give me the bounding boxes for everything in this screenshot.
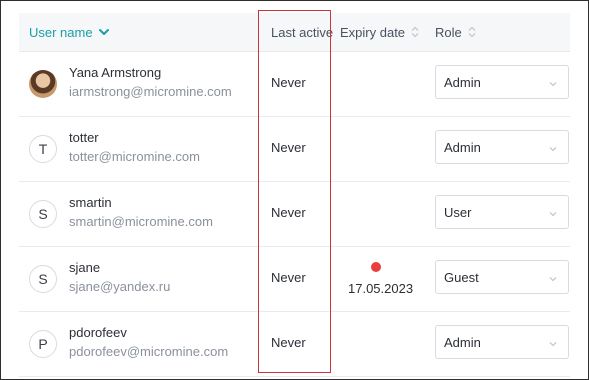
role-select-value: Admin [444,334,481,350]
column-header-role-label: Role [435,24,462,40]
chevron-down-icon [548,77,558,92]
last-active-value: Never [271,335,306,350]
last-active-value: Never [271,205,306,220]
role-select-value: Admin [444,139,481,155]
sort-icon[interactable] [468,26,476,38]
role-select[interactable]: Admin [435,130,569,164]
user-email: smartin@micromine.com [69,214,213,229]
table-header: User name Last active Expiry date Role [19,13,570,52]
last-active-value: Never [271,140,306,155]
users-table-panel: User name Last active Expiry date Role Y… [0,0,589,380]
role-select[interactable]: Admin [435,325,569,359]
user-email: totter@micromine.com [69,149,200,164]
table-row[interactable]: S smartin smartin@micromine.com Never Us… [19,182,570,247]
sort-descending-icon[interactable] [98,28,109,36]
user-name: Yana Armstrong [69,65,162,80]
column-header-user-name[interactable]: User name [29,13,109,51]
user-email: iarmstrong@micromine.com [69,84,232,99]
role-select-value: Admin [444,74,481,90]
table-body: Yana Armstrong iarmstrong@micromine.com … [19,52,570,377]
column-header-expiry-date-label: Expiry date [340,24,406,40]
expiry-alert-dot [371,262,381,272]
table-row[interactable]: T totter totter@micromine.com Never Admi… [19,117,570,182]
user-name: sjane [69,260,101,275]
table-row[interactable]: S sjane sjane@yandex.ru Never 17.05.2023… [19,247,570,312]
user-email: pdorofeev@micromine.com [69,344,229,359]
column-header-user-name-label: User name [29,24,93,40]
avatar: T [29,135,57,163]
user-name: pdorofeev [69,325,127,340]
role-select[interactable]: Guest [435,260,569,294]
role-select[interactable]: User [435,195,569,229]
avatar [29,70,57,98]
avatar: S [29,265,57,293]
column-header-last-active[interactable]: Last active [271,13,333,51]
last-active-value: Never [271,270,306,285]
column-header-last-active-label: Last active [271,24,334,40]
user-name: smartin [69,195,112,210]
chevron-down-icon [548,272,558,287]
role-select-value: User [444,204,472,220]
user-name: totter [69,130,99,145]
column-header-role[interactable]: Role [435,13,476,51]
chevron-down-icon [548,142,558,157]
chevron-down-icon [548,207,558,222]
expiry-date-value: 17.05.2023 [348,281,414,296]
role-select[interactable]: Admin [435,65,569,99]
table-row[interactable]: P pdorofeev pdorofeev@micromine.com Neve… [19,312,570,377]
role-select-value: Guest [444,269,479,285]
last-active-value: Never [271,75,306,90]
user-email: sjane@yandex.ru [69,279,171,294]
table-row[interactable]: Yana Armstrong iarmstrong@micromine.com … [19,52,570,117]
column-header-expiry-date[interactable]: Expiry date [340,13,419,51]
sort-icon[interactable] [411,26,419,38]
avatar: S [29,200,57,228]
chevron-down-icon [548,337,558,352]
avatar: P [29,330,57,358]
